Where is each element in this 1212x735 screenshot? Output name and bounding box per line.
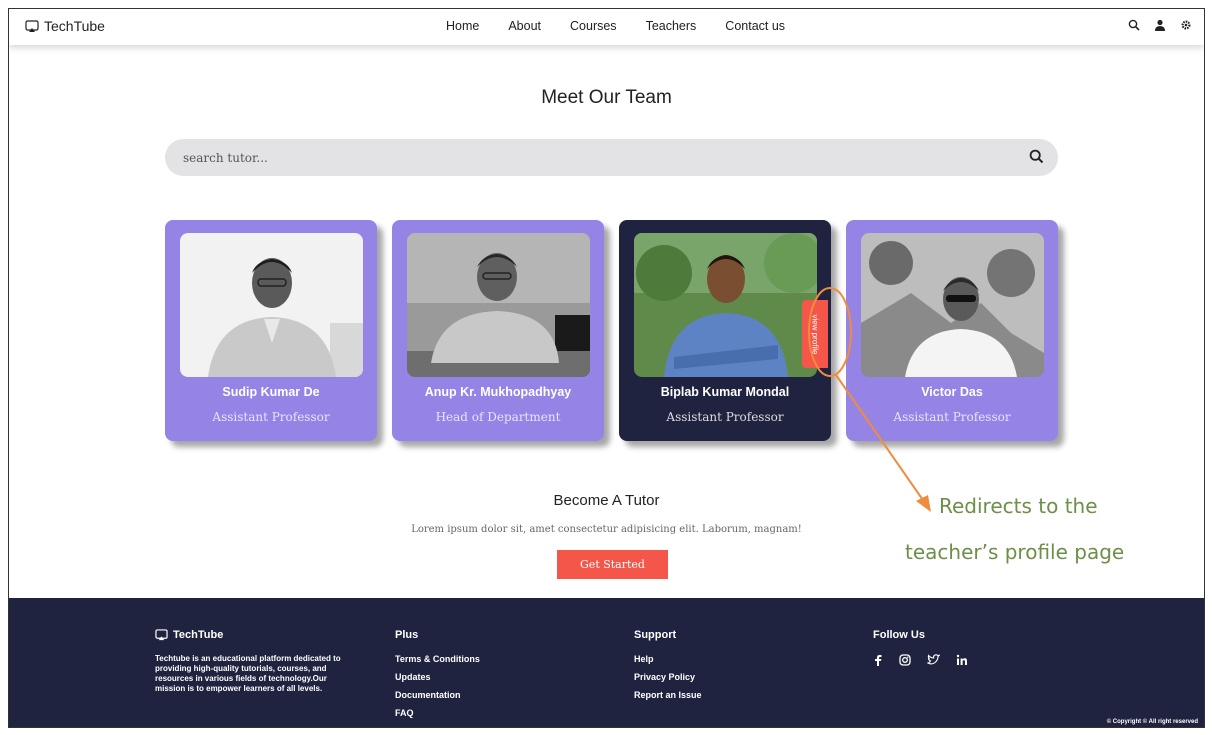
footer-support-title: Support [634, 629, 677, 641]
copyright-text: © Copyright © All right reserved [1106, 719, 1198, 725]
footer-link-faq[interactable]: FAQ [395, 708, 480, 718]
footer-link-terms[interactable]: Terms & Conditions [395, 654, 480, 664]
become-tutor-text: Lorem ipsum dolor sit, amet consectetur … [411, 524, 802, 535]
app-frame: TechTube Home About Courses Teachers Con… [8, 8, 1205, 728]
footer-link-privacy[interactable]: Privacy Policy [634, 672, 702, 682]
footer-brand-column: TechTube Techtube is an educational plat… [155, 629, 355, 694]
footer-plus-column: Plus Terms & Conditions Updates Document… [395, 629, 480, 726]
footer-follow-title: Follow Us [873, 629, 925, 641]
footer-brand: TechTube [155, 629, 355, 641]
screen-cast-icon [155, 629, 168, 641]
footer-link-documentation[interactable]: Documentation [395, 690, 480, 700]
get-started-button[interactable]: Get Started [557, 550, 668, 579]
become-tutor-title: Become A Tutor [553, 492, 660, 509]
footer: TechTube Techtube is an educational plat… [9, 598, 1204, 727]
linkedin-icon[interactable] [956, 654, 968, 666]
footer-follow-column: Follow Us [873, 629, 968, 666]
footer-description: Techtube is an educational platform dedi… [155, 654, 341, 693]
footer-link-help[interactable]: Help [634, 654, 702, 664]
footer-link-updates[interactable]: Updates [395, 672, 480, 682]
social-icons [873, 654, 968, 666]
footer-plus-title: Plus [395, 629, 419, 641]
twitter-icon[interactable] [927, 654, 940, 666]
instagram-icon[interactable] [899, 654, 911, 666]
facebook-icon[interactable] [873, 654, 883, 666]
annotation-text-line2: teacher’s profile page [905, 540, 1125, 564]
footer-link-report[interactable]: Report an Issue [634, 690, 702, 700]
footer-support-column: Support Help Privacy Policy Report an Is… [634, 629, 702, 708]
